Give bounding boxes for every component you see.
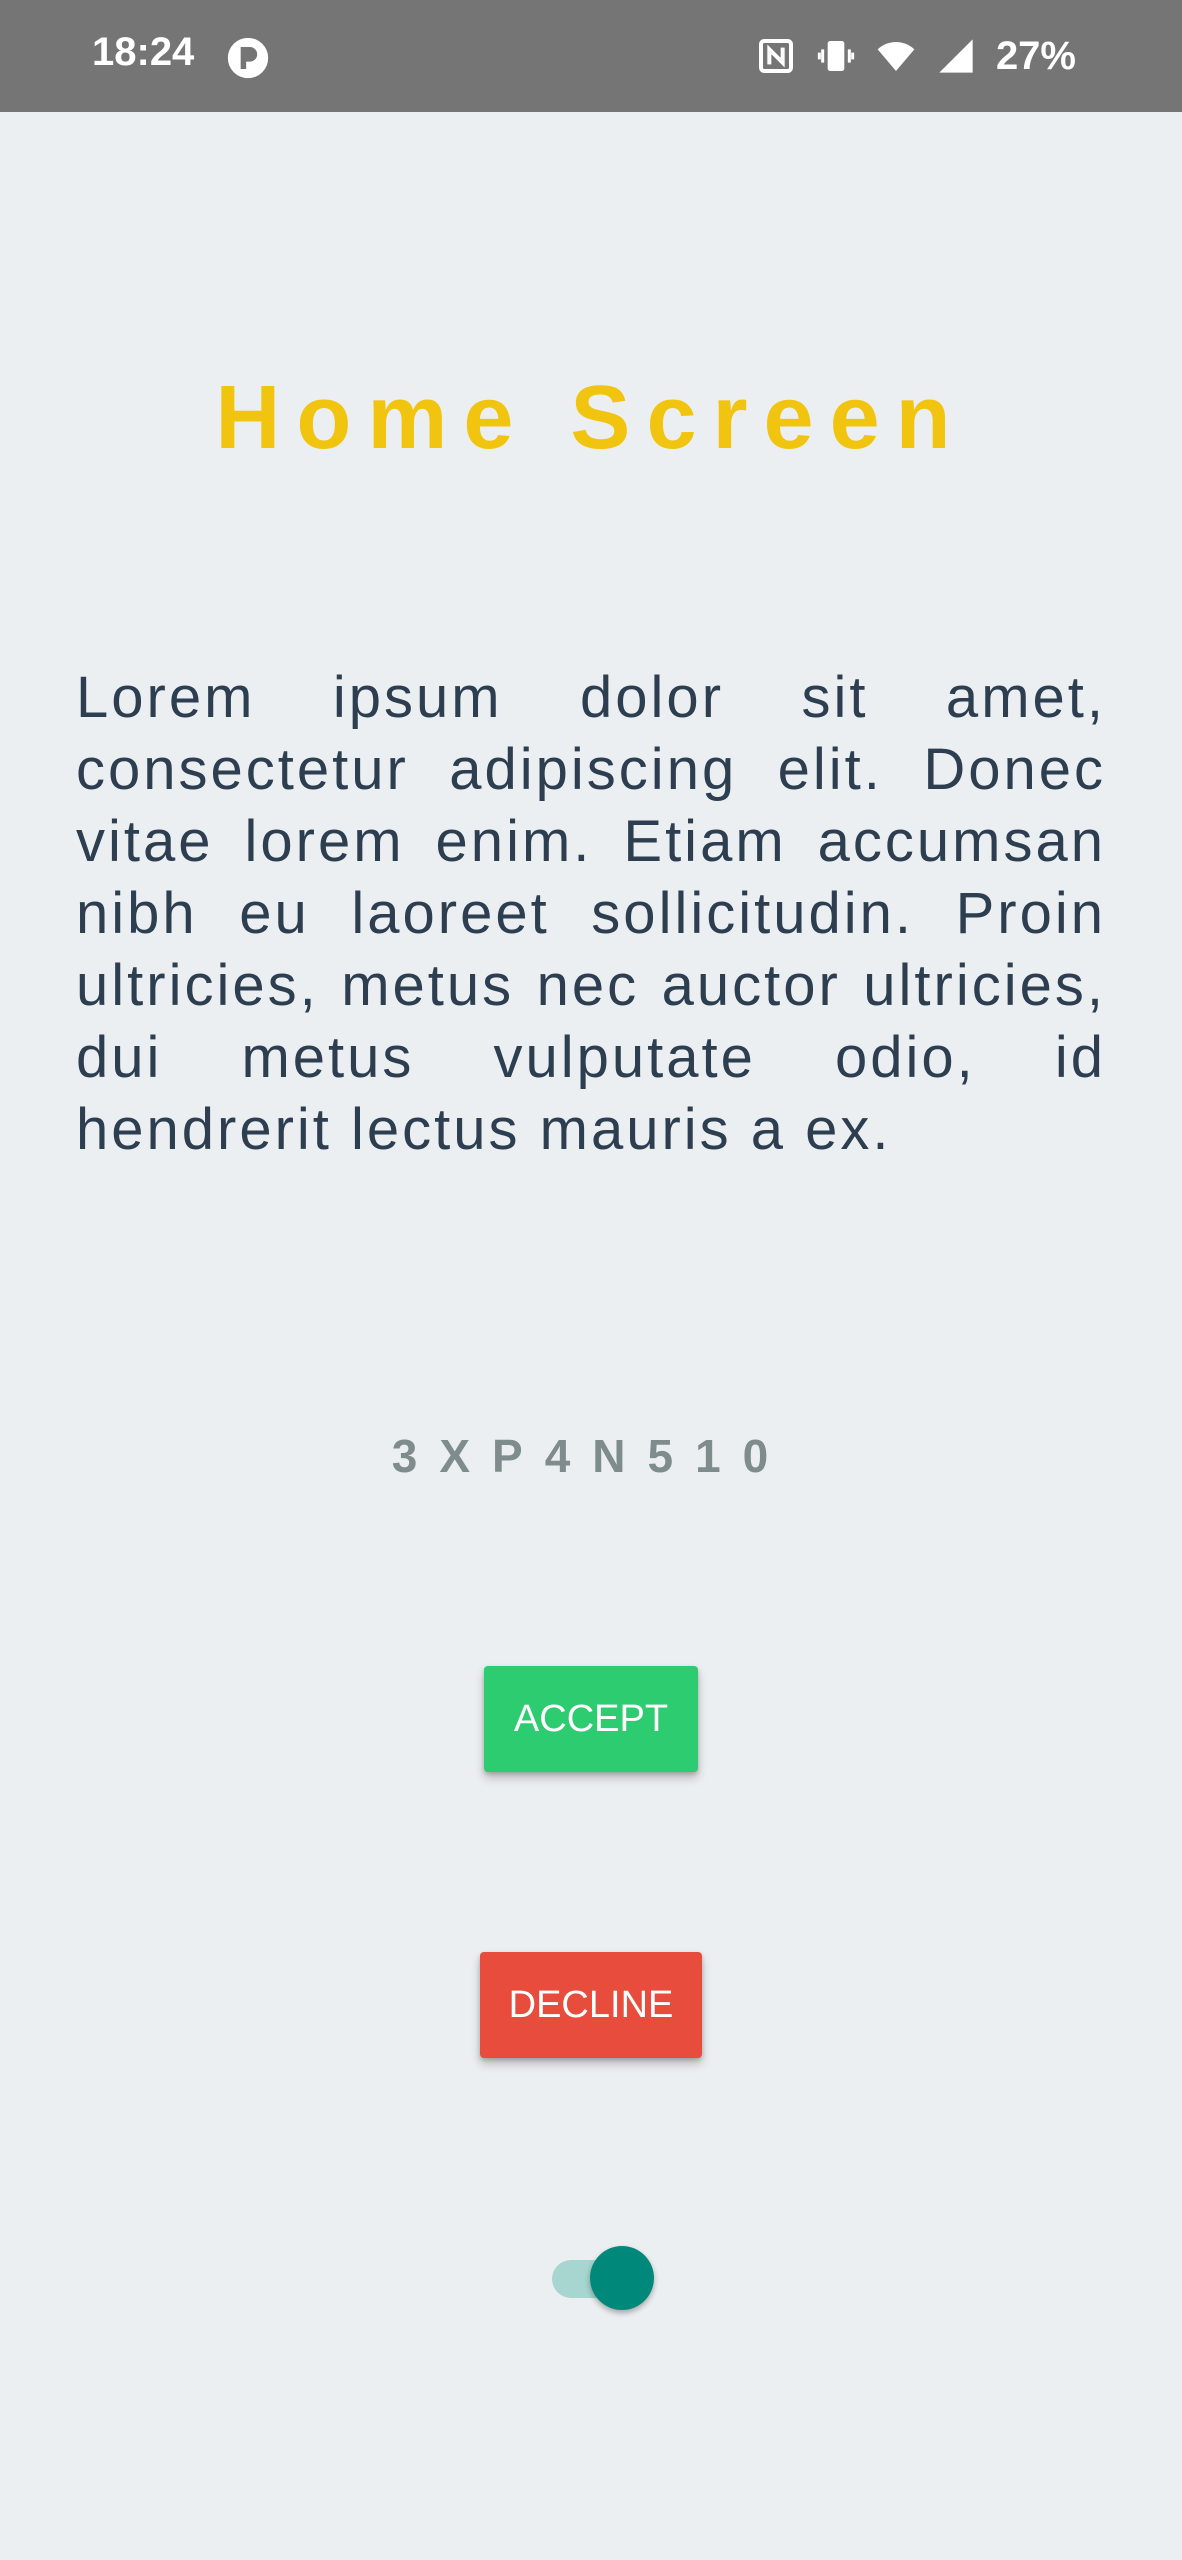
status-time: 18:24 xyxy=(92,30,195,74)
battery-percent: 27% xyxy=(995,33,1076,78)
decline-button[interactable]: DECLINE xyxy=(480,1952,702,2058)
toggle-switch[interactable] xyxy=(552,2246,658,2312)
verification-code: 3XP4N510 xyxy=(391,1430,791,1482)
body-text: Lorem ipsum dolor sit amet, consectetur … xyxy=(76,665,1106,1162)
status-bar: 18:24 27% xyxy=(0,0,1182,112)
toggle-thumb xyxy=(590,2246,654,2310)
accept-button[interactable]: ACCEPT xyxy=(484,1666,698,1772)
status-icons: 27% xyxy=(756,30,1076,82)
cellular-signal-icon xyxy=(939,39,973,73)
wifi-icon xyxy=(877,42,915,71)
app-notification-icon xyxy=(227,37,269,79)
page-title: Home Screen xyxy=(215,368,967,468)
nfc-icon xyxy=(758,39,793,73)
vibrate-icon xyxy=(817,41,855,71)
